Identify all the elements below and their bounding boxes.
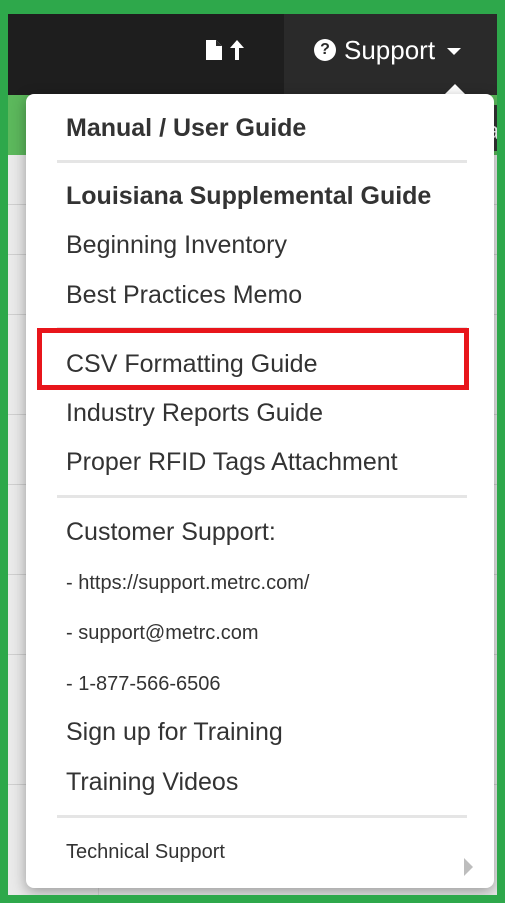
support-label: Support	[344, 34, 436, 65]
app-viewport: a : ? Support Manual / User Guide Louisi…	[8, 14, 497, 895]
chevron-right-icon	[464, 858, 473, 876]
menu-item-support-url[interactable]: - https://support.metrc.com/	[66, 572, 309, 595]
background-colon-fragment: :	[495, 374, 497, 405]
menu-item-support-phone[interactable]: - 1-877-566-6506	[66, 673, 221, 696]
menu-item-beginning-inventory[interactable]: Beginning Inventory	[66, 231, 287, 260]
menu-divider	[57, 160, 467, 163]
menu-item-support-email[interactable]: - support@metrc.com	[66, 622, 259, 645]
menu-item-training-videos[interactable]: Training Videos	[66, 768, 238, 797]
highlight-box	[37, 328, 469, 390]
file-icon	[206, 40, 222, 60]
menu-item-technical-support[interactable]: Technical Support	[66, 841, 225, 864]
nav-upload-button[interactable]	[205, 36, 245, 64]
arrow-up-icon	[230, 40, 244, 60]
support-menu-toggle[interactable]: ? Support	[314, 34, 462, 66]
menu-item-best-practices[interactable]: Best Practices Memo	[66, 281, 302, 310]
caret-down-icon	[447, 47, 462, 55]
menu-item-industry-reports[interactable]: Industry Reports Guide	[66, 399, 323, 428]
support-dropdown-menu: Manual / User Guide Louisiana Supplement…	[26, 94, 494, 888]
question-circle-icon: ?	[314, 39, 336, 61]
menu-divider	[57, 495, 467, 498]
menu-divider	[57, 815, 467, 818]
menu-item-rfid-tags[interactable]: Proper RFID Tags Attachment	[66, 448, 398, 477]
menu-item-manual-guide[interactable]: Manual / User Guide	[66, 114, 306, 143]
customer-support-header: Customer Support:	[66, 518, 276, 546]
menu-item-training-signup[interactable]: Sign up for Training	[66, 718, 283, 747]
menu-item-louisiana-guide[interactable]: Louisiana Supplemental Guide	[66, 182, 431, 211]
